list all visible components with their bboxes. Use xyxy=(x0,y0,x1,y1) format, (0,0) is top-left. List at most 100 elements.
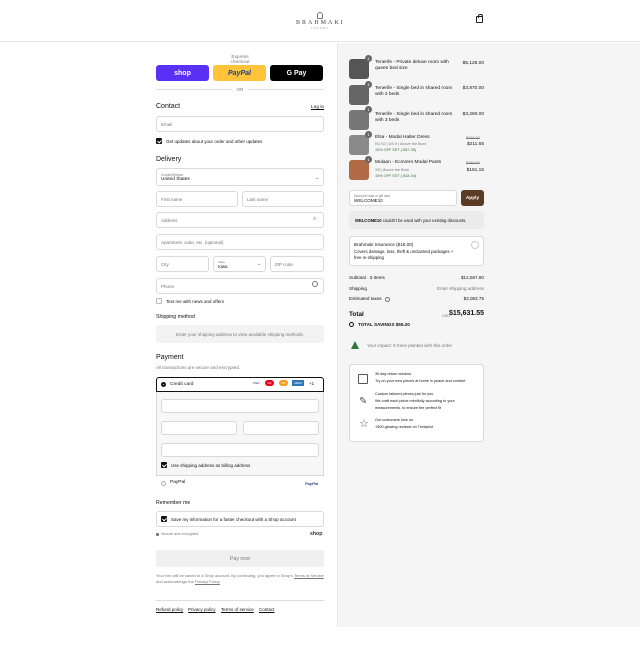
total-savings: TOTAL SAVINGS $55.20 xyxy=(358,322,410,327)
country-chevron-down-icon: ⌄ xyxy=(315,175,320,181)
insurance-toggle[interactable] xyxy=(471,241,479,249)
product-title: Elsa - Modal Halter Dress xyxy=(375,135,430,140)
discount-code-value: WELCOME10 xyxy=(354,197,383,203)
mastercard-icon: MC xyxy=(265,380,274,386)
benefit-title: Our customers love us xyxy=(375,418,413,422)
product-thumbnail: 1 xyxy=(349,81,372,105)
refund-policy-link[interactable]: Refund policy xyxy=(156,607,183,612)
brand-subtitle: LUXURY xyxy=(310,26,330,30)
product-discount: 15% OFF SET (-$18.44) xyxy=(375,174,417,178)
billing-same-label: Use shipping address as billing address xyxy=(171,463,251,468)
taxes-help-icon[interactable] xyxy=(385,297,390,302)
benefit-text: Custom tailored pieces just for you We c… xyxy=(375,391,480,412)
billing-same-checkbox[interactable] xyxy=(161,462,167,468)
search-icon: ⌕ xyxy=(313,216,317,222)
shop-logo: shop xyxy=(310,531,323,537)
email-updates-checkbox[interactable] xyxy=(156,138,162,144)
calendar-icon xyxy=(358,374,368,384)
paypal-radio[interactable] xyxy=(161,481,166,486)
product-price: $3,260.00 xyxy=(462,112,484,117)
text-offers-label: Text me with news and offers xyxy=(166,299,224,304)
product-price: $161.15 xyxy=(466,168,484,173)
quantity-badge: 1 xyxy=(365,106,372,113)
help-circle-icon[interactable] xyxy=(312,281,318,287)
phone-field[interactable]: Phone xyxy=(156,278,324,294)
product-thumbnail: 1 xyxy=(349,55,372,79)
card-number-field[interactable] xyxy=(161,399,319,413)
shop-terms-link[interactable]: Terms of Service xyxy=(294,573,324,578)
more-cards-count: +1 xyxy=(309,381,315,386)
logo-mark-icon xyxy=(317,12,323,19)
expiration-field[interactable] xyxy=(161,421,237,435)
apartment-field[interactable]: Apartment, suite, etc. (optional) xyxy=(156,234,324,250)
email-updates-label: Get updates about your order and other u… xyxy=(166,139,263,144)
taxes-value: $3,063.75 xyxy=(463,296,484,301)
product-thumbnail: 1 xyxy=(349,106,372,130)
discount-error-text: couldn't be used with your existing disc… xyxy=(382,217,467,223)
credit-card-radio[interactable] xyxy=(161,382,166,387)
shop-pay-button[interactable]: shop xyxy=(156,65,209,81)
credit-card-label: Credit card xyxy=(170,382,194,387)
contact-link[interactable]: Contact xyxy=(259,607,275,612)
country-select-value: United States xyxy=(161,176,190,182)
first-name-field[interactable]: First name xyxy=(156,191,238,207)
security-code-field[interactable] xyxy=(243,421,319,435)
product-price: $3,870.00 xyxy=(462,86,484,91)
country-select[interactable]: Country/Region United States xyxy=(156,168,324,186)
savings-tag-icon xyxy=(349,322,354,327)
savings-label: TOTAL SAVINGS xyxy=(358,322,395,327)
benefit-text: 30 day return window Try on your new pie… xyxy=(375,371,480,385)
discount-code-field[interactable]: Discount code or gift card WELCOME10 xyxy=(349,190,457,206)
benefit-description: We craft each piece mindfully according … xyxy=(375,399,455,410)
taxes-label: Estimated taxes xyxy=(349,296,382,301)
insurance-title: Brahmaki Insurance ($16.00) xyxy=(354,242,414,247)
quantity-badge: 1 xyxy=(365,156,372,163)
login-link[interactable]: Log in xyxy=(311,105,324,110)
legal-and: and acknowledge the xyxy=(156,579,194,584)
quantity-badge: 1 xyxy=(365,81,372,88)
terms-of-service-link[interactable]: Terms of service xyxy=(221,607,254,612)
state-select-value: Iowa xyxy=(218,263,228,269)
needle-icon: ✎ xyxy=(359,396,368,407)
email-field[interactable]: Email xyxy=(156,116,324,132)
or-divider-right xyxy=(248,89,324,90)
or-divider-left xyxy=(156,89,232,90)
delivery-title: Delivery xyxy=(156,156,182,163)
paypal-button[interactable]: PayPal xyxy=(213,65,266,81)
discount-error-code: WELCOME10 xyxy=(355,217,382,223)
lock-icon xyxy=(156,533,159,536)
or-label: OR xyxy=(236,87,244,92)
address-field[interactable]: Address xyxy=(156,212,324,228)
shopping-bag-icon[interactable] xyxy=(476,14,483,23)
last-name-field[interactable]: Last name xyxy=(242,191,324,207)
product-old-price: $189.59 xyxy=(466,161,480,165)
save-info-checkbox[interactable] xyxy=(161,516,167,522)
brand-logo[interactable]: BRAHMAKI LUXURY xyxy=(296,12,344,30)
benefit-description: +800 glowing reviews on Trustpilot xyxy=(375,425,434,429)
google-pay-button[interactable]: G Pay xyxy=(270,65,323,81)
insurance-description: Covers damage, loss, theft & unclaimed p… xyxy=(354,249,454,260)
product-old-price: $249.00 xyxy=(466,136,480,140)
product-title: Mulaan - EcoVero Modal Pants xyxy=(375,160,442,165)
privacy-policy-link[interactable]: Privacy policy xyxy=(188,607,216,612)
subtotal-label: Subtotal · 5 items xyxy=(349,275,385,280)
benefit-title: 30 day return window xyxy=(375,372,412,376)
apply-discount-button[interactable]: Apply xyxy=(461,190,484,206)
city-field[interactable]: City xyxy=(156,256,209,272)
discount-error-message: WELCOME10 couldn't be used with your exi… xyxy=(349,211,484,229)
zip-field[interactable]: ZIP code xyxy=(270,256,324,272)
quantity-badge: 1 xyxy=(365,55,372,62)
cardholder-name-field[interactable] xyxy=(161,443,319,457)
quantity-badge: 1 xyxy=(365,131,372,138)
product-variant: XS | Above the Bum xyxy=(375,168,409,172)
text-offers-checkbox[interactable] xyxy=(156,298,162,304)
total-value: $15,631.55 xyxy=(448,310,484,317)
product-discount: 15% OFF SET (-$37.35) xyxy=(375,148,417,152)
impact-message: Your impact: 5 trees planted with this o… xyxy=(367,343,453,348)
shop-privacy-link[interactable]: Privacy Policy xyxy=(195,579,220,584)
tree-icon xyxy=(351,341,359,349)
paypal-logo: PayPal xyxy=(305,481,319,486)
pay-now-button[interactable]: Pay now xyxy=(156,550,324,567)
product-price: $5,125.00 xyxy=(462,61,484,66)
paypal-option-label: PayPal xyxy=(170,480,186,485)
